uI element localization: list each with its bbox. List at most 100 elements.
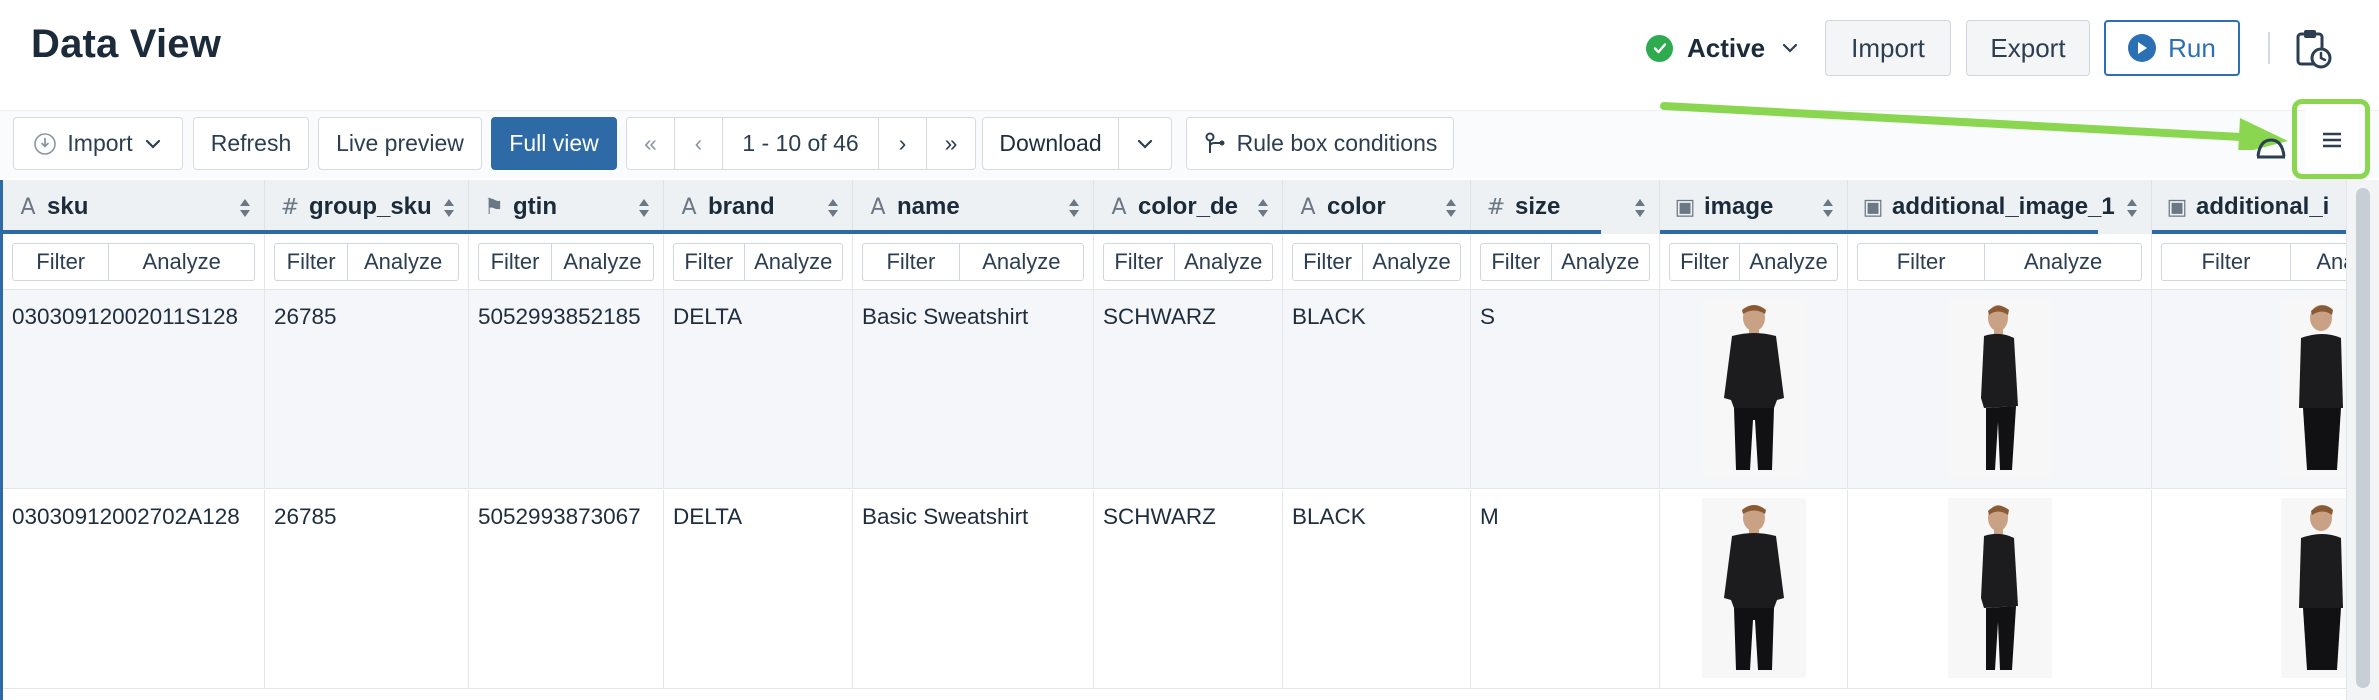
analyze-button[interactable]: Analyze [1175, 244, 1272, 280]
column-header-image[interactable]: ▣ image [1660, 180, 1848, 234]
column-header-sku[interactable]: A sku [3, 180, 265, 234]
table-row[interactable]: 03030912002702A128 26785 5052993873067 D… [3, 490, 2346, 689]
column-header-group-sku[interactable]: # group_sku [265, 180, 469, 234]
analyze-button[interactable]: Analyze [348, 244, 458, 280]
cell-group-sku[interactable]: 26785 [265, 490, 469, 689]
header-divider [2268, 32, 2270, 64]
analyze-button[interactable]: Analyze [745, 244, 842, 280]
live-preview-button[interactable]: Live preview [318, 117, 482, 170]
analyze-button[interactable]: Analyze [2291, 244, 2346, 280]
sort-icon[interactable] [826, 197, 840, 219]
cell-additional-image-2[interactable] [2152, 290, 2346, 489]
cell-group-sku[interactable]: 26785 [265, 290, 469, 489]
sort-icon[interactable] [2125, 197, 2139, 219]
column-header-color-de[interactable]: A color_de [1094, 180, 1283, 234]
analyze-button[interactable]: Analyze [1552, 244, 1649, 280]
cell-gtin[interactable]: 5052993873067 [469, 490, 664, 689]
cell-additional-image-1[interactable] [1848, 290, 2152, 489]
cell-image[interactable] [1660, 490, 1848, 689]
filter-button[interactable]: Filter [1858, 244, 1986, 280]
sort-icon[interactable] [1633, 197, 1647, 219]
download-menu-button[interactable] [1119, 118, 1171, 169]
chevron-down-icon [145, 139, 160, 149]
cell-sku[interactable]: 03030912002011S128 [3, 290, 265, 489]
analyze-button[interactable]: Analyze [1363, 244, 1460, 280]
column-header-name[interactable]: A name [853, 180, 1094, 234]
download-button[interactable]: Download [983, 118, 1119, 169]
page-header: Data View Active Import Export Run [0, 0, 2379, 108]
full-view-button[interactable]: Full view [491, 117, 617, 170]
table-row[interactable]: 03030912002011S128 26785 5052993852185 D… [3, 290, 2346, 489]
filter-button[interactable]: Filter [1293, 244, 1364, 280]
text-type-icon: A [1300, 194, 1316, 220]
cell-color[interactable]: BLACK [1283, 290, 1471, 489]
rule-box-conditions-button[interactable]: Rule box conditions [1186, 117, 1454, 170]
header-export-button[interactable]: Export [1966, 20, 2090, 76]
annotation-highlight-box [2292, 99, 2370, 179]
analyze-button[interactable]: Analyze [1740, 244, 1837, 280]
filter-button[interactable]: Filter [863, 244, 960, 280]
last-page-button[interactable]: » [927, 118, 975, 169]
cell-image[interactable] [1660, 290, 1848, 489]
cell-additional-image-2[interactable] [2152, 490, 2346, 689]
prev-page-button[interactable]: ‹ [675, 118, 723, 169]
cell-brand[interactable]: DELTA [664, 290, 853, 489]
filter-button[interactable]: Filter [1670, 244, 1741, 280]
analyze-button[interactable]: Analyze [552, 244, 653, 280]
run-button[interactable]: Run [2104, 20, 2240, 76]
filter-cell: FilterAnalyze [469, 234, 664, 290]
sort-icon[interactable] [637, 197, 651, 219]
column-header-additional-image-1[interactable]: ▣ additional_image_1 [1848, 180, 2152, 234]
cell-color-de[interactable]: SCHWARZ [1094, 290, 1283, 489]
cell-name[interactable]: Basic Sweatshirt [853, 290, 1094, 489]
column-header-size[interactable]: # size [1471, 180, 1660, 234]
next-page-button[interactable]: › [879, 118, 927, 169]
cell-additional-image-1[interactable] [1848, 490, 2152, 689]
cell-size[interactable]: S [1471, 290, 1660, 489]
filter-button[interactable]: Filter [13, 244, 110, 280]
column-header-label: group_sku [309, 193, 432, 220]
sort-icon[interactable] [442, 197, 456, 219]
analyze-button[interactable]: Analyze [109, 244, 254, 280]
scrollbar-thumb[interactable] [2356, 188, 2370, 688]
vertical-scrollbar[interactable] [2346, 180, 2379, 700]
import-icon [34, 132, 57, 155]
analyze-button[interactable]: Analyze [1985, 244, 2141, 280]
sort-icon[interactable] [1067, 197, 1081, 219]
filter-button[interactable]: Filter [1481, 244, 1552, 280]
sort-icon[interactable] [1256, 197, 1270, 219]
toolbar-import-button[interactable]: Import [13, 117, 183, 170]
filter-button[interactable]: Filter [479, 244, 553, 280]
status-dropdown[interactable]: Active [1646, 28, 1801, 68]
clipboard-clock-icon[interactable] [2294, 28, 2332, 70]
filter-button[interactable]: Filter [674, 244, 745, 280]
filter-button[interactable]: Filter [275, 244, 349, 280]
column-header-gtin[interactable]: ⚑ gtin [469, 180, 664, 234]
sort-icon[interactable] [238, 197, 252, 219]
column-header-label: color_de [1138, 193, 1239, 220]
sort-icon[interactable] [1444, 197, 1458, 219]
page-title: Data View [31, 22, 222, 66]
column-header-color[interactable]: A color [1283, 180, 1471, 234]
cell-size[interactable]: M [1471, 490, 1660, 689]
filter-button[interactable]: Filter [1104, 244, 1175, 280]
cell-color[interactable]: BLACK [1283, 490, 1471, 689]
filter-button[interactable]: Filter [2162, 244, 2291, 280]
column-header-additional-i[interactable]: ▣ additional_i [2152, 180, 2346, 234]
filter-cell: FilterAnalyze [265, 234, 469, 290]
first-page-button[interactable]: « [627, 118, 675, 169]
rule-icon [1205, 132, 1225, 153]
sort-icon[interactable] [1821, 197, 1835, 219]
header-import-button[interactable]: Import [1825, 20, 1951, 76]
cell-brand[interactable]: DELTA [664, 490, 853, 689]
cell-sku[interactable]: 03030912002702A128 [3, 490, 265, 689]
filter-row: Filter Analyze Filter Analyze Filter Analyz… [3, 234, 2346, 290]
cell-gtin[interactable]: 5052993852185 [469, 290, 664, 489]
column-header-brand[interactable]: A brand [664, 180, 853, 234]
cell-name[interactable]: Basic Sweatshirt [853, 490, 1094, 689]
analyze-button[interactable]: Analyze [960, 244, 1083, 280]
refresh-button[interactable]: Refresh [193, 117, 309, 170]
cell-color-de[interactable]: SCHWARZ [1094, 490, 1283, 689]
column-header-label: brand [708, 193, 775, 220]
product-image [1947, 298, 2052, 478]
